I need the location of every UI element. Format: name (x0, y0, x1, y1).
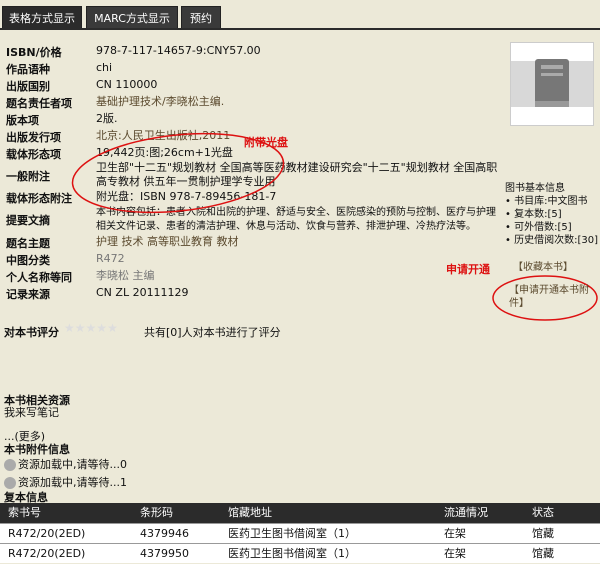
holding-status: 馆藏 (532, 527, 554, 540)
favorite-link[interactable]: 【收藏本书】 (505, 261, 600, 274)
star-icon[interactable]: ★ (86, 321, 97, 335)
write-note-link[interactable]: 我来写笔记 (4, 404, 59, 420)
column-header: 馆藏地址 (228, 506, 272, 519)
table-row: R472/20(2ED) 4379946 医药卫生图书借阅室（1） 在架 馆藏 (0, 523, 600, 543)
side-info-item: • 历史借阅次数:[30] (505, 235, 598, 246)
annotation-cd-label: 附带光盘 (244, 136, 288, 149)
side-info-item: • 书目库:中文图书 (505, 196, 588, 207)
request-attachment-link[interactable]: 【申请开通本书附件】 (505, 284, 595, 310)
loading-icon (4, 459, 16, 471)
star-icon[interactable]: ★ (75, 321, 86, 335)
star-icon[interactable]: ★ (107, 321, 118, 335)
rating-label: 对本书评分 (4, 326, 59, 339)
attachments-title: 本书附件信息 (4, 443, 70, 456)
table-row: R472/20(2ED) 4379950 医药卫生图书借阅室（1） 在架 馆藏 (0, 543, 600, 563)
location: 医药卫生图书借阅室（1） (228, 527, 356, 540)
book-basic-info: 图书基本信息 • 书目库:中文图书 • 复本数:[5] • 可外借数:[5] •… (505, 182, 600, 310)
side-info-item: • 可外借数:[5] (505, 222, 572, 233)
annotation-request-label: 申请开通 (446, 263, 490, 276)
attachment-item: 资源加载中,请等待...0 (4, 456, 127, 472)
holding-status: 馆藏 (532, 547, 554, 560)
column-header: 条形码 (140, 506, 173, 519)
circulation-status: 在架 (444, 527, 466, 540)
book-cover-image (510, 42, 594, 126)
attachment-item: 资源加载中,请等待...1 (4, 474, 127, 490)
side-info-title: 图书基本信息 (505, 183, 565, 194)
star-icon[interactable]: ★ (96, 321, 107, 335)
location: 医药卫生图书借阅室（1） (228, 547, 356, 560)
rating-count-text: 共有[0]人对本书进行了评分 (144, 326, 281, 339)
rating-stars[interactable]: ★★★★★ (64, 321, 118, 335)
barcode: 4379946 (140, 527, 189, 540)
loading-icon (4, 477, 16, 489)
call-number: R472/20(2ED) (8, 527, 86, 540)
barcode: 4379950 (140, 547, 189, 560)
column-header: 索书号 (8, 506, 41, 519)
call-number: R472/20(2ED) (8, 547, 86, 560)
star-icon[interactable]: ★ (64, 321, 75, 335)
table-header: 索书号 条形码 馆藏地址 流通情况 状态 (0, 503, 600, 523)
circulation-status: 在架 (444, 547, 466, 560)
book-icon (535, 59, 569, 107)
side-info-item: • 复本数:[5] (505, 209, 562, 220)
column-header: 状态 (532, 506, 554, 519)
column-header: 流通情况 (444, 506, 488, 519)
